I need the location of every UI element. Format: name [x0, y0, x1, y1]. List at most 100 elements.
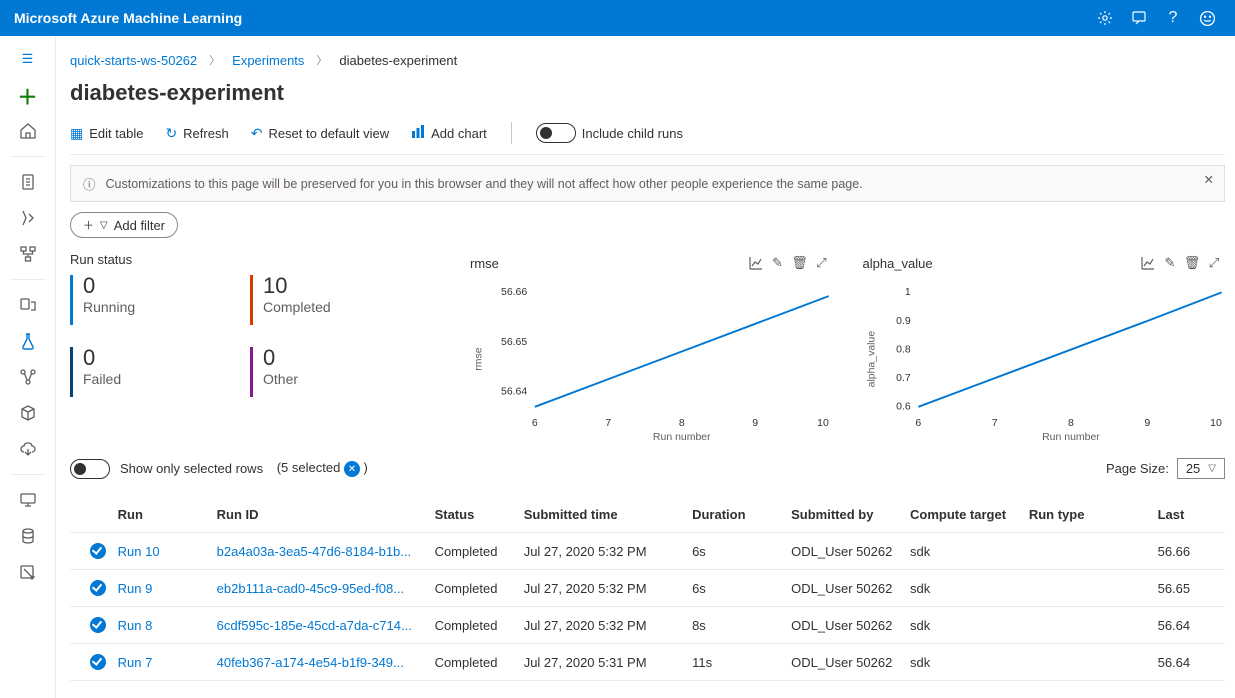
include-child-runs-toggle[interactable]: Include child runs [536, 123, 683, 143]
col-id[interactable]: Run ID [217, 507, 435, 522]
run-id-link[interactable]: 40feb367-a174-4e54-b1f9-349... [217, 655, 404, 670]
clear-selection-button[interactable]: ✕ [344, 461, 360, 477]
separator [511, 122, 512, 144]
table-row[interactable]: Run 86cdf595c-185e-45cd-a7da-c714...Comp… [70, 607, 1225, 644]
show-selected-toggle[interactable] [70, 459, 110, 479]
toolbar: ▦Edit table ↻Refresh ↶Reset to default v… [70, 122, 1225, 155]
chevron-right-icon: 〉 [316, 52, 327, 68]
breadcrumb-experiments[interactable]: Experiments [232, 53, 304, 68]
row-check-icon[interactable] [90, 654, 106, 670]
svg-text:9: 9 [1144, 418, 1150, 429]
show-selected-label: Show only selected rows [120, 461, 263, 476]
svg-text:10: 10 [1210, 418, 1222, 429]
svg-text:8: 8 [679, 418, 685, 429]
delete-icon[interactable]: 🗑 [1181, 252, 1203, 274]
close-icon[interactable]: ✕ [1204, 172, 1214, 187]
svg-text:9: 9 [752, 418, 758, 429]
models-icon[interactable] [10, 398, 46, 428]
svg-text:Run number: Run number [653, 432, 711, 443]
run-id-link[interactable]: 6cdf595c-185e-45cd-a7da-c714... [217, 618, 412, 633]
hamburger-icon[interactable]: ☰ [10, 44, 46, 74]
add-chart-button[interactable]: Add chart [411, 125, 487, 142]
run-link[interactable]: Run 8 [118, 618, 153, 633]
col-by[interactable]: Submitted by [791, 507, 910, 522]
page-size-select[interactable]: 25▽ [1177, 458, 1225, 479]
content-area: quick-starts-ws-50262 〉 Experiments 〉 di… [56, 36, 1235, 698]
edit-icon[interactable]: ✎ [1159, 252, 1181, 274]
datasets-icon[interactable] [10, 290, 46, 320]
compute-icon[interactable] [10, 485, 46, 515]
expand-icon[interactable]: ⤢ [1203, 252, 1225, 274]
col-type[interactable]: Run type [1029, 507, 1158, 522]
line-chart-icon[interactable] [1137, 252, 1159, 274]
col-status[interactable]: Status [435, 507, 524, 522]
col-run[interactable]: Run [118, 507, 217, 522]
svg-text:56.65: 56.65 [501, 337, 527, 348]
table-row[interactable]: Run 740feb367-a174-4e54-b1f9-349...Compl… [70, 644, 1225, 681]
row-check-icon[interactable] [90, 617, 106, 633]
info-text: Customizations to this page will be pres… [106, 177, 863, 191]
automl-icon[interactable] [10, 203, 46, 233]
run-id-link[interactable]: eb2b111a-cad0-45c9-95ed-f08... [217, 581, 404, 596]
reset-icon: ↶ [251, 125, 263, 142]
info-icon: ⓘ [83, 174, 96, 193]
svg-text:10: 10 [817, 418, 829, 429]
svg-text:Run number: Run number [1042, 432, 1100, 443]
create-icon[interactable]: ＋ [10, 80, 46, 110]
feedback-icon[interactable] [1125, 4, 1153, 32]
table-row[interactable]: Run 9eb2b111a-cad0-45c9-95ed-f08...Compl… [70, 570, 1225, 607]
col-dur[interactable]: Duration [692, 507, 791, 522]
endpoints-icon[interactable] [10, 434, 46, 464]
table-row[interactable]: Run 10b2a4a03a-3ea5-47d6-8184-b1b...Comp… [70, 533, 1225, 570]
col-time[interactable]: Submitted time [524, 507, 692, 522]
status-tile: 10Completed [250, 275, 400, 325]
chevron-right-icon: 〉 [209, 52, 220, 68]
run-link[interactable]: Run 7 [118, 655, 153, 670]
page-title: diabetes-experiment [70, 76, 1225, 122]
refresh-button[interactable]: ↻Refresh [165, 125, 228, 142]
chart-rmse: rmse ✎ 🗑 ⤢ rmse 56.66 56.65 56.64 6 7 8 [470, 252, 833, 452]
chart-icon [411, 125, 425, 142]
refresh-icon: ↻ [165, 125, 177, 142]
page-size-label: Page Size: [1106, 461, 1169, 476]
smile-icon[interactable] [1193, 4, 1221, 32]
run-link[interactable]: Run 9 [118, 581, 153, 596]
svg-text:alpha_value: alpha_value [866, 331, 877, 388]
labeling-icon[interactable] [10, 557, 46, 587]
add-filter-button[interactable]: ＋ ▽ Add filter [70, 212, 178, 238]
svg-text:7: 7 [991, 418, 997, 429]
help-icon[interactable]: ? [1159, 4, 1187, 32]
row-check-icon[interactable] [90, 580, 106, 596]
app-title: Microsoft Azure Machine Learning [14, 10, 1085, 26]
reset-view-button[interactable]: ↶Reset to default view [251, 125, 389, 142]
settings-icon[interactable] [1091, 4, 1119, 32]
row-check-icon[interactable] [90, 543, 106, 559]
delete-icon[interactable]: 🗑 [789, 252, 811, 274]
svg-text:0.8: 0.8 [896, 344, 911, 355]
experiments-icon[interactable] [10, 326, 46, 356]
chevron-down-icon: ▽ [1208, 463, 1216, 474]
col-last[interactable]: Last [1158, 507, 1217, 522]
breadcrumb-workspace[interactable]: quick-starts-ws-50262 [70, 53, 197, 68]
left-nav-rail: ☰ ＋ [0, 36, 56, 698]
table-icon: ▦ [70, 125, 83, 142]
pipelines-icon[interactable] [10, 362, 46, 392]
edit-table-button[interactable]: ▦Edit table [70, 125, 143, 142]
svg-text:6: 6 [915, 418, 921, 429]
svg-text:8: 8 [1068, 418, 1074, 429]
home-icon[interactable] [10, 116, 46, 146]
filter-icon: ▽ [100, 220, 108, 231]
col-target[interactable]: Compute target [910, 507, 1029, 522]
notebook-icon[interactable] [10, 167, 46, 197]
designer-icon[interactable] [10, 239, 46, 269]
toggle-switch[interactable] [536, 123, 576, 143]
datastores-icon[interactable] [10, 521, 46, 551]
run-link[interactable]: Run 10 [118, 544, 160, 559]
run-id-link[interactable]: b2a4a03a-3ea5-47d6-8184-b1b... [217, 544, 411, 559]
expand-icon[interactable]: ⤢ [811, 252, 833, 274]
line-chart-icon[interactable] [745, 252, 767, 274]
alpha-plot: alpha_value 1 0.9 0.8 0.7 0.6 6 7 8 9 10… [863, 274, 1226, 449]
edit-icon[interactable]: ✎ [767, 252, 789, 274]
status-tile: 0Running [70, 275, 220, 325]
svg-text:1: 1 [904, 287, 910, 298]
